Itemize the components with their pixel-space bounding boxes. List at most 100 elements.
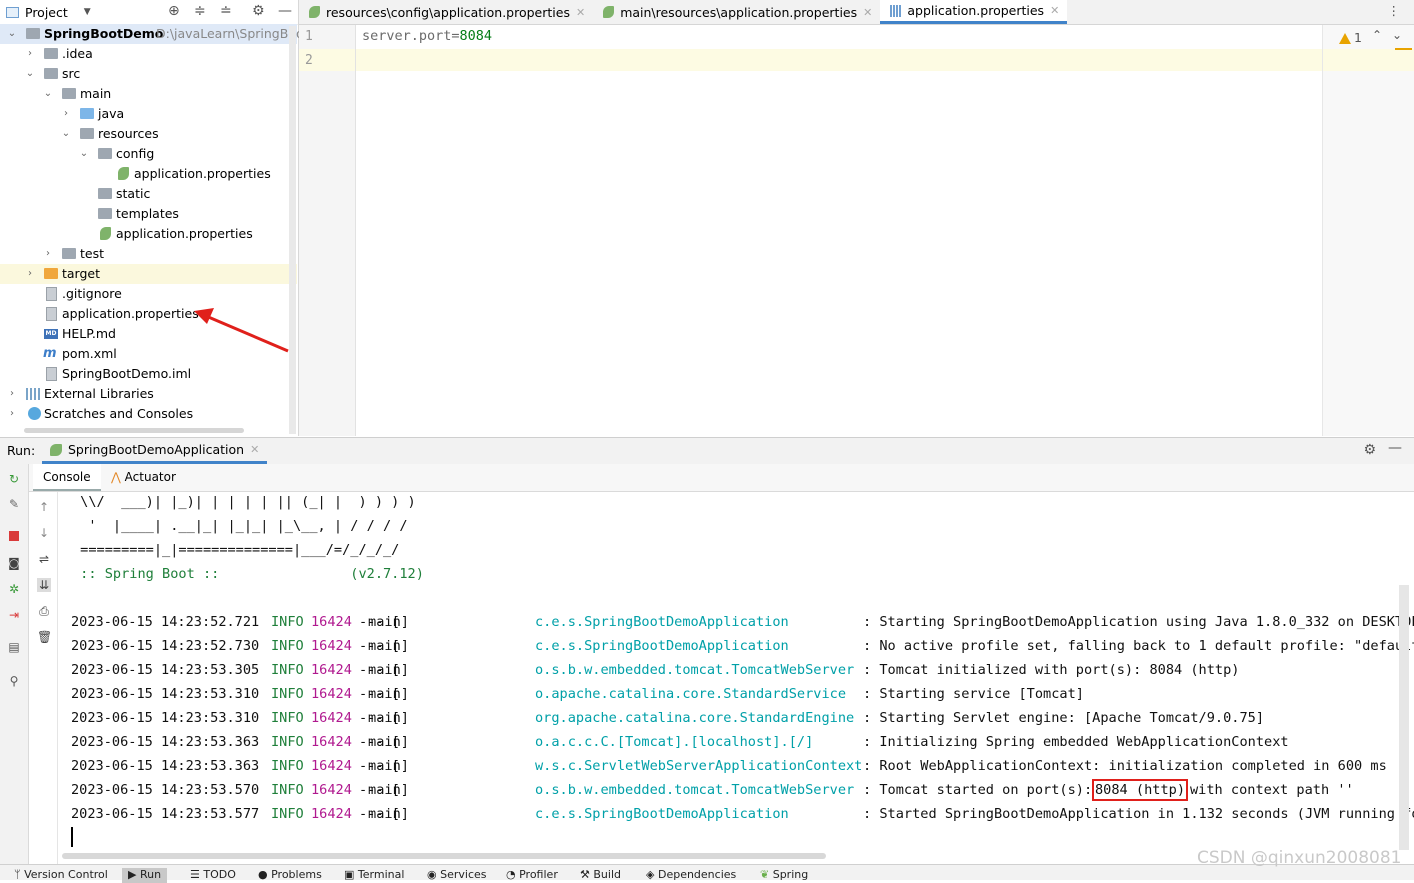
stop-icon[interactable] xyxy=(7,530,21,544)
log-logger: org.apache.catalina.core.StandardEngine xyxy=(535,710,855,726)
close-icon[interactable]: ✕ xyxy=(576,1,585,24)
camera-icon[interactable]: ◙ xyxy=(7,556,21,570)
tree-item-config-application-properties[interactable]: application.properties xyxy=(0,164,297,184)
console-output[interactable]: \\/ ___)| |_)| | | | | || (_| | ) ) ) ) … xyxy=(58,492,1414,857)
tree-item-label: test xyxy=(80,246,105,261)
log-message: : Starting Servlet engine: [Apache Tomca… xyxy=(863,710,1265,726)
run-config-tab[interactable]: SpringBootDemoApplication ✕ xyxy=(42,438,268,464)
services-icon: ◉ xyxy=(427,868,437,881)
close-icon[interactable]: ✕ xyxy=(1050,0,1059,22)
log-timestamp: 2023-06-15 14:23:53.363 xyxy=(71,758,260,774)
tab-actuator[interactable]: ⋀ Actuator xyxy=(101,464,186,489)
editor-tab-resources-properties[interactable]: main\resources\application.properties ✕ xyxy=(593,0,880,24)
console-vertical-scrollbar[interactable] xyxy=(1399,585,1409,850)
chevron-right-icon[interactable]: › xyxy=(24,44,36,64)
folder-icon xyxy=(62,248,76,259)
chevron-down-icon[interactable]: ⌄ xyxy=(6,24,18,44)
chevron-down-icon[interactable]: ▼ xyxy=(84,7,91,17)
pin-icon[interactable]: ⚲ xyxy=(7,674,21,688)
status-profiler[interactable]: ◔ Profiler xyxy=(506,868,558,883)
scroll-to-end-icon[interactable]: ⇊ xyxy=(37,578,51,592)
editor-tab-label: application.properties xyxy=(907,3,1045,18)
tree-item-config[interactable]: ⌄ config xyxy=(0,144,297,164)
status-terminal[interactable]: ▣ Terminal xyxy=(344,868,404,883)
print-icon[interactable]: ⎙ xyxy=(37,604,51,618)
warning-marker[interactable] xyxy=(1395,48,1412,50)
tree-item-main[interactable]: ⌄ main xyxy=(0,84,297,104)
arrow-up-icon[interactable]: ↑ xyxy=(37,500,51,514)
exit-icon[interactable]: ⇥ xyxy=(7,608,21,622)
status-build[interactable]: ⚒ Build xyxy=(580,868,621,883)
chevron-right-icon[interactable]: › xyxy=(42,244,54,264)
close-icon[interactable]: ✕ xyxy=(250,443,259,456)
layout-icon[interactable]: ▤ xyxy=(7,640,21,654)
console-horizontal-scrollbar[interactable] xyxy=(62,853,826,859)
more-options-icon[interactable]: ⋮ xyxy=(1388,3,1401,18)
tree-item-label: External Libraries xyxy=(44,386,154,401)
tree-item-resources[interactable]: ⌄ resources xyxy=(0,124,297,144)
tree-item-src[interactable]: ⌄ src xyxy=(0,64,297,84)
tree-item-templates[interactable]: templates xyxy=(0,204,297,224)
warning-icon[interactable] xyxy=(1339,33,1351,44)
trash-icon[interactable]: 🗑 xyxy=(37,630,52,644)
wrench-icon[interactable]: ✎ xyxy=(7,497,21,511)
tree-item-java[interactable]: › java xyxy=(0,104,297,124)
status-problems[interactable]: ● Problems xyxy=(258,868,322,883)
tree-item-target[interactable]: › target xyxy=(0,264,297,284)
tree-item-root[interactable]: ⌄ SpringBootDemo D:\javaLearn\SpringBoot xyxy=(0,24,309,44)
minimize-icon[interactable]: — xyxy=(1388,440,1402,456)
chevron-down-icon[interactable]: ⌄ xyxy=(24,64,36,84)
current-line-highlight xyxy=(356,49,1322,71)
gear-icon[interactable]: ⚙ xyxy=(252,3,265,19)
tree-item-scratches[interactable]: › Scratches and Consoles xyxy=(0,404,297,424)
editor-tab-root-properties[interactable]: application.properties ✕ xyxy=(880,0,1068,24)
close-icon[interactable]: ✕ xyxy=(863,1,872,24)
arrow-down-icon[interactable]: ↓ xyxy=(37,526,51,540)
tree-item-static[interactable]: static xyxy=(0,184,297,204)
gear-icon[interactable]: ⚙ xyxy=(1363,442,1376,458)
collapse-all-icon[interactable]: ≐ xyxy=(220,3,232,19)
soft-wrap-icon[interactable]: ⇌ xyxy=(37,552,51,566)
status-label: Services xyxy=(440,868,487,881)
chevron-right-icon[interactable]: › xyxy=(6,404,18,424)
project-view-icon xyxy=(6,6,19,18)
chevron-up-icon[interactable]: ⌃ xyxy=(1372,28,1382,42)
tree-item-gitignore[interactable]: .gitignore xyxy=(0,284,297,304)
tab-console[interactable]: Console xyxy=(33,464,101,491)
chevron-right-icon[interactable]: › xyxy=(24,264,36,284)
tree-item-path: D:\javaLearn\SpringBoot xyxy=(156,26,309,41)
tab-label: Actuator xyxy=(124,470,176,484)
tree-item-external-libraries[interactable]: › External Libraries xyxy=(0,384,297,404)
chevron-down-icon[interactable]: ⌄ xyxy=(1392,28,1402,42)
spring-icon: ❦ xyxy=(760,868,770,881)
expand-all-icon[interactable]: ≑ xyxy=(194,3,206,19)
project-view-selector[interactable]: Project xyxy=(25,5,68,20)
status-services[interactable]: ◉ Services xyxy=(427,868,487,883)
log-logger: c.e.s.SpringBootDemoApplication xyxy=(535,638,789,654)
chevron-right-icon[interactable]: › xyxy=(60,104,72,124)
locate-icon[interactable]: ⊕ xyxy=(168,3,180,19)
chevron-down-icon[interactable]: ⌄ xyxy=(78,144,90,164)
status-run[interactable]: ▶ Run xyxy=(122,868,168,883)
project-vertical-scrollbar[interactable] xyxy=(289,26,296,434)
tree-item-test[interactable]: › test xyxy=(0,244,297,264)
tree-item-resources-application-properties[interactable]: application.properties xyxy=(0,224,297,244)
editor-tab-config-properties[interactable]: resources\config\application.properties … xyxy=(299,0,593,24)
debug-icon[interactable]: ✲ xyxy=(7,582,21,596)
log-thread: main] xyxy=(278,662,409,678)
status-dependencies[interactable]: ◈ Dependencies xyxy=(646,868,736,883)
minimize-icon[interactable]: — xyxy=(278,3,292,19)
chevron-down-icon[interactable]: ⌄ xyxy=(42,84,54,104)
status-spring[interactable]: ❦ Spring xyxy=(760,868,808,883)
log-logger: o.s.b.w.embedded.tomcat.TomcatWebServer xyxy=(535,662,855,678)
code-editor[interactable]: server.port=8084 xyxy=(356,25,1322,436)
watermark: CSDN @qinxun2008081 xyxy=(1197,848,1402,868)
tree-item-idea[interactable]: › .idea xyxy=(0,44,297,64)
tree-item-iml[interactable]: SpringBootDemo.iml xyxy=(0,364,297,384)
rerun-icon[interactable]: ↻ xyxy=(7,472,21,486)
project-horizontal-scrollbar[interactable] xyxy=(24,428,244,433)
status-todo[interactable]: ☰ TODO xyxy=(190,868,236,883)
status-version-control[interactable]: ᛘ Version Control xyxy=(14,868,108,883)
chevron-right-icon[interactable]: › xyxy=(6,384,18,404)
chevron-down-icon[interactable]: ⌄ xyxy=(60,124,72,144)
